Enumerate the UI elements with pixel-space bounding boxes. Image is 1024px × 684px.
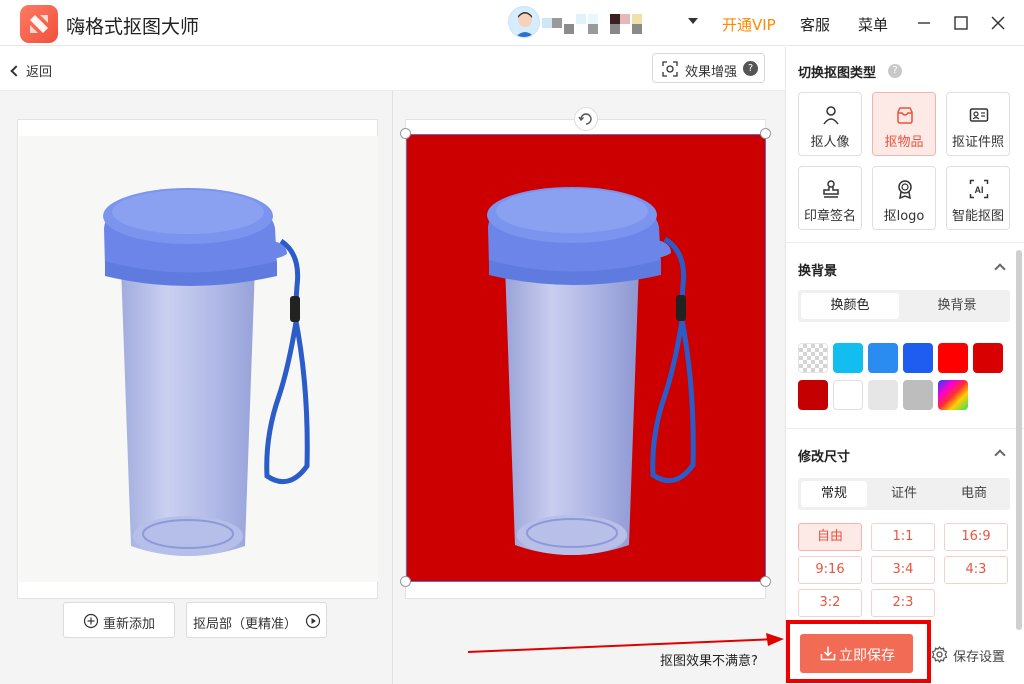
username-pixelated — [542, 14, 650, 38]
badge-icon — [895, 179, 915, 203]
help-icon[interactable]: ? — [888, 64, 902, 78]
swatch-blue[interactable] — [868, 343, 898, 373]
type-label: 智能抠图 — [951, 209, 1004, 224]
ratio-16-9[interactable]: 16:9 — [944, 523, 1008, 551]
title-bar: 嗨格式抠图大师 开通VIP 客服 菜单 — [0, 0, 1024, 46]
ratio-3-2[interactable]: 3:2 — [798, 589, 862, 617]
person-icon — [821, 105, 841, 129]
type-card-portrait[interactable]: 抠人像 — [798, 92, 862, 156]
resize-handle-top-left[interactable] — [400, 128, 411, 139]
maximize-icon[interactable] — [950, 12, 972, 34]
swatch-white[interactable] — [833, 380, 863, 410]
type-label: 印章签名 — [803, 209, 856, 224]
type-card-object[interactable]: 抠物品 — [872, 92, 936, 156]
swatch-deep-red[interactable] — [798, 380, 828, 410]
close-icon[interactable] — [987, 12, 1009, 34]
gear-icon — [931, 646, 948, 667]
enhance-effect-button[interactable]: 效果增强 ? — [652, 53, 765, 83]
panel-scrollbar[interactable] — [1016, 250, 1022, 630]
ratio-free[interactable]: 自由 — [798, 523, 862, 551]
tab-change-color[interactable]: 换颜色 — [801, 293, 899, 319]
tab-change-background[interactable]: 换背景 — [908, 293, 1006, 319]
resize-section-title: 修改尺寸 — [798, 450, 851, 465]
background-tabs: 换颜色 换背景 — [798, 290, 1010, 322]
cutout-type-title: 切换抠图类型 — [798, 66, 877, 81]
ratio-2-3[interactable]: 2:3 — [871, 589, 935, 617]
ratio-1-1[interactable]: 1:1 — [871, 523, 935, 551]
original-image — [19, 136, 378, 582]
type-card-stamp[interactable]: 印章签名 — [798, 166, 862, 230]
type-label: 抠证件照 — [951, 135, 1004, 150]
background-section-title: 换背景 — [798, 264, 838, 279]
tab-id[interactable]: 证件 — [871, 481, 937, 507]
save-settings-label: 保存设置 — [953, 650, 1006, 665]
help-icon[interactable]: ? — [743, 61, 758, 76]
local-cutout-button[interactable]: 抠局部（更精准） — [186, 602, 327, 638]
app-title: 嗨格式抠图大师 — [66, 16, 200, 38]
re-add-button[interactable]: 重新添加 — [63, 602, 175, 638]
swatch-dark-blue[interactable] — [903, 343, 933, 373]
minimize-icon[interactable] — [913, 12, 935, 34]
account-dropdown-icon[interactable] — [688, 18, 698, 24]
app-logo — [20, 5, 58, 43]
svg-text:AI: AI — [975, 185, 984, 195]
enhance-label: 效果增强 — [685, 65, 738, 80]
user-avatar[interactable] — [508, 6, 540, 38]
menu-button[interactable]: 菜单 — [858, 14, 888, 35]
type-label: 抠物品 — [884, 135, 924, 150]
open-vip-button[interactable]: 开通VIP — [722, 14, 776, 35]
enhance-icon — [662, 61, 678, 81]
resize-handle-top-right[interactable] — [760, 128, 771, 139]
swatch-light-gray[interactable] — [868, 380, 898, 410]
chevron-left-icon — [10, 65, 22, 77]
tab-ecommerce[interactable]: 电商 — [941, 481, 1007, 507]
swatch-transparent[interactable] — [798, 343, 828, 373]
play-circle-icon — [305, 613, 321, 633]
customer-service-button[interactable]: 客服 — [800, 14, 830, 35]
editor-toolbar: 返回 效果增强 ? — [0, 47, 785, 91]
annotation-arrow — [467, 633, 784, 653]
stamp-icon — [821, 179, 841, 203]
re-add-label: 重新添加 — [103, 617, 156, 632]
local-cutout-label: 抠局部（更精准） — [193, 617, 298, 632]
type-card-logo[interactable]: 抠logo — [872, 166, 936, 230]
bag-icon — [895, 105, 915, 129]
resize-handle-bottom-left[interactable] — [400, 576, 411, 587]
type-card-smart[interactable]: AI 智能抠图 — [946, 166, 1010, 230]
ratio-3-4[interactable]: 3:4 — [871, 556, 935, 584]
save-now-button[interactable]: 立即保存 — [800, 634, 913, 673]
ratio-4-3[interactable]: 4:3 — [944, 556, 1008, 584]
swatch-custom-color[interactable] — [938, 380, 968, 410]
save-now-label: 立即保存 — [839, 648, 895, 664]
rotate-icon[interactable] — [574, 107, 598, 131]
back-label: 返回 — [26, 65, 53, 80]
ai-icon: AI — [969, 179, 989, 203]
resize-tabs: 常规 证件 电商 — [798, 478, 1010, 510]
back-button[interactable]: 返回 — [10, 61, 53, 80]
ratio-9-16[interactable]: 9:16 — [798, 556, 862, 584]
resize-handle-bottom-right[interactable] — [760, 576, 771, 587]
section-divider — [785, 428, 1024, 429]
tab-regular[interactable]: 常规 — [801, 481, 867, 507]
type-label: 抠人像 — [810, 135, 850, 150]
swatch-dark-red[interactable] — [973, 343, 1003, 373]
swatch-red[interactable] — [938, 343, 968, 373]
id-card-icon — [969, 105, 989, 129]
download-icon — [820, 645, 836, 665]
type-label: 抠logo — [883, 209, 925, 224]
result-image[interactable] — [406, 134, 766, 582]
original-image-panel — [17, 119, 378, 599]
swatch-gray[interactable] — [903, 380, 933, 410]
section-divider — [785, 242, 1024, 243]
swatch-light-blue[interactable] — [833, 343, 863, 373]
panel-divider — [392, 91, 393, 684]
plus-circle-icon — [83, 613, 99, 633]
type-card-id-photo[interactable]: 抠证件照 — [946, 92, 1010, 156]
